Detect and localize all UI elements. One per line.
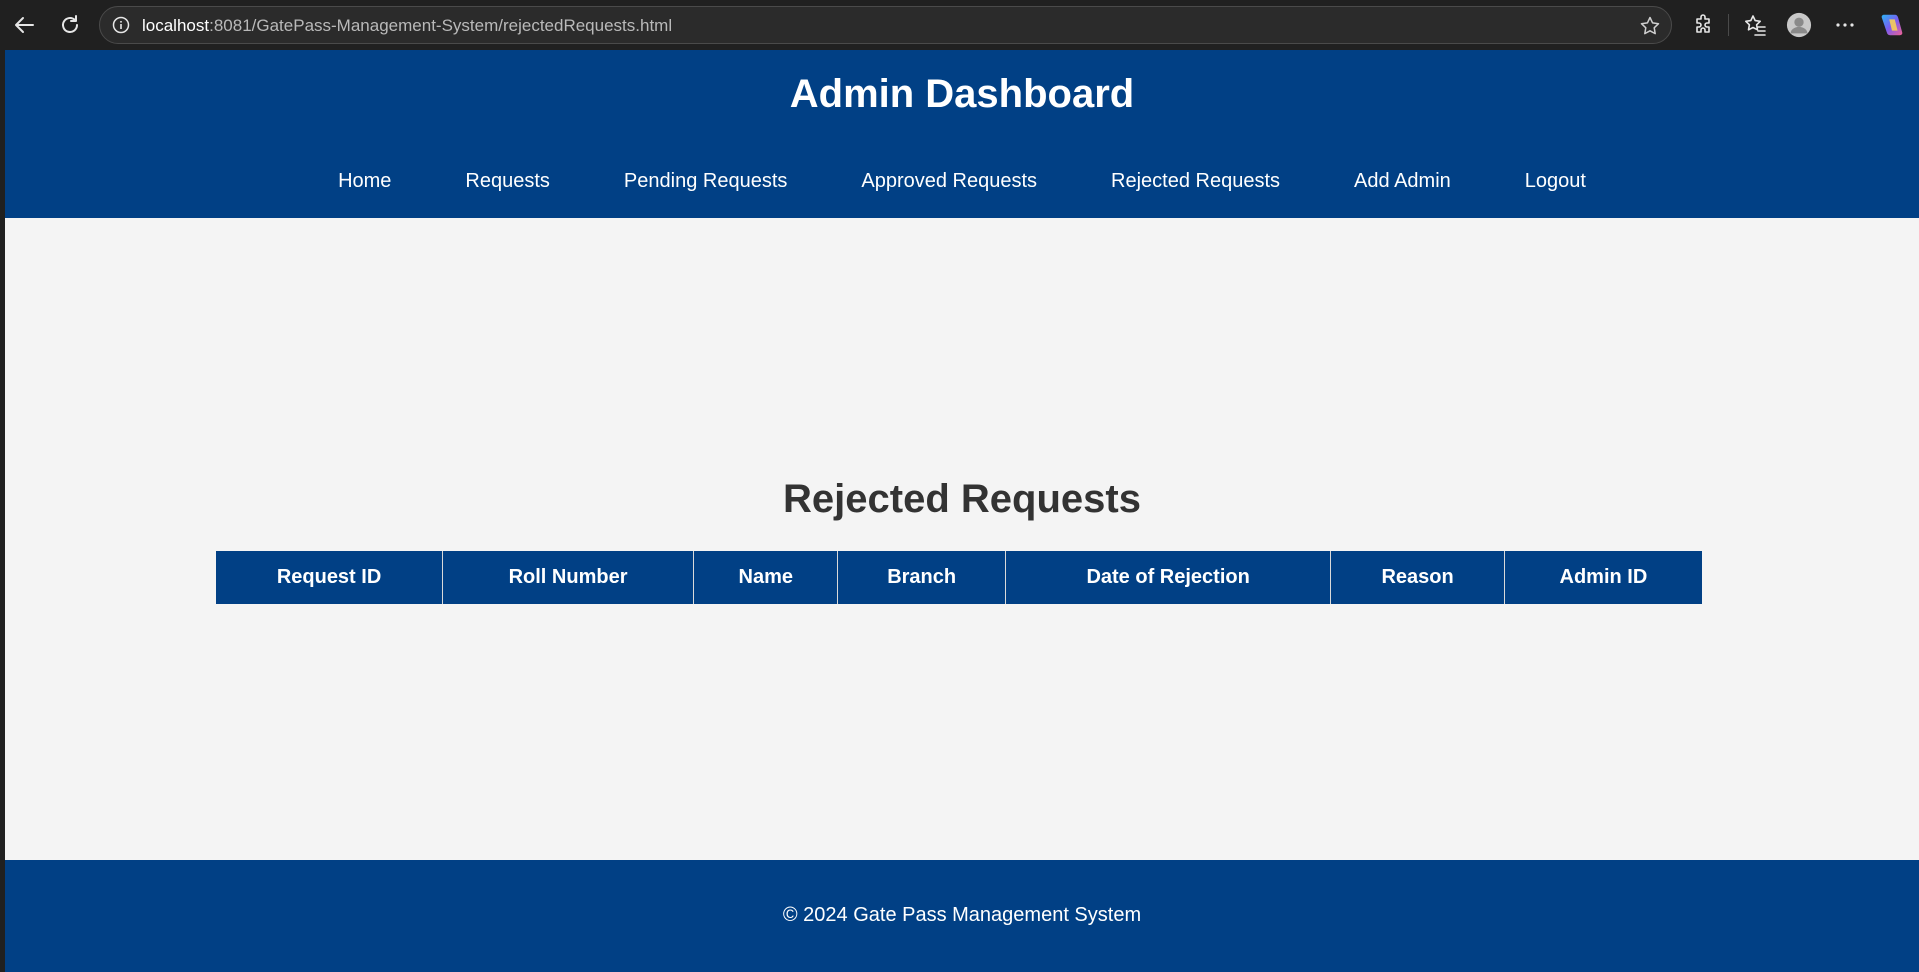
column-header-admin-id: Admin ID bbox=[1504, 551, 1702, 604]
column-header-reason: Reason bbox=[1330, 551, 1505, 604]
address-bar[interactable]: localhost:8081/GatePass-Management-Syste… bbox=[99, 6, 1672, 44]
column-header-name: Name bbox=[693, 551, 839, 604]
url-text[interactable]: localhost:8081/GatePass-Management-Syste… bbox=[142, 16, 672, 36]
back-arrow-icon[interactable] bbox=[8, 9, 40, 41]
main-nav: Home Requests Pending Requests Approved … bbox=[5, 169, 1919, 193]
nav-logout[interactable]: Logout bbox=[1488, 169, 1623, 193]
nav-home[interactable]: Home bbox=[301, 169, 428, 193]
section-title: Rejected Requests bbox=[783, 477, 1141, 521]
page-title: Admin Dashboard bbox=[789, 72, 1135, 116]
reload-icon[interactable] bbox=[54, 9, 86, 41]
page-footer: © 2024 Gate Pass Management System bbox=[5, 860, 1919, 972]
table-header-row: Request ID Roll Number Name Branch Date … bbox=[216, 551, 1702, 604]
nav-add-admin[interactable]: Add Admin bbox=[1317, 169, 1488, 193]
rejected-requests-table: Request ID Roll Number Name Branch Date … bbox=[216, 551, 1702, 604]
more-icon[interactable] bbox=[1832, 12, 1858, 38]
nav-rejected-requests[interactable]: Rejected Requests bbox=[1074, 169, 1317, 193]
favorites-icon[interactable] bbox=[1742, 12, 1768, 38]
nav-pending-requests[interactable]: Pending Requests bbox=[587, 169, 824, 193]
column-header-request-id: Request ID bbox=[216, 551, 444, 604]
column-header-roll-number: Roll Number bbox=[442, 551, 695, 604]
column-header-date-of-rejection: Date of Rejection bbox=[1005, 551, 1332, 604]
page-viewport: Admin Dashboard Home Requests Pending Re… bbox=[5, 50, 1919, 972]
nav-approved-requests[interactable]: Approved Requests bbox=[824, 169, 1074, 193]
url-path: :8081/GatePass-Management-System/rejecte… bbox=[209, 16, 673, 35]
profile-icon[interactable] bbox=[1786, 12, 1812, 38]
browser-toolbar: localhost:8081/GatePass-Management-Syste… bbox=[0, 0, 1919, 50]
copilot-icon[interactable] bbox=[1879, 12, 1905, 38]
url-host: localhost bbox=[142, 16, 210, 35]
puzzle-icon[interactable] bbox=[1691, 12, 1717, 38]
table-header: Request ID Roll Number Name Branch Date … bbox=[216, 551, 1702, 604]
column-header-branch: Branch bbox=[837, 551, 1006, 604]
footer-text: © 2024 Gate Pass Management System bbox=[782, 904, 1142, 926]
info-icon[interactable] bbox=[112, 16, 130, 34]
nav-requests[interactable]: Requests bbox=[428, 169, 587, 193]
toolbar-separator bbox=[1728, 14, 1729, 36]
page-header: Admin Dashboard Home Requests Pending Re… bbox=[5, 50, 1919, 218]
star-icon[interactable] bbox=[1639, 15, 1661, 37]
